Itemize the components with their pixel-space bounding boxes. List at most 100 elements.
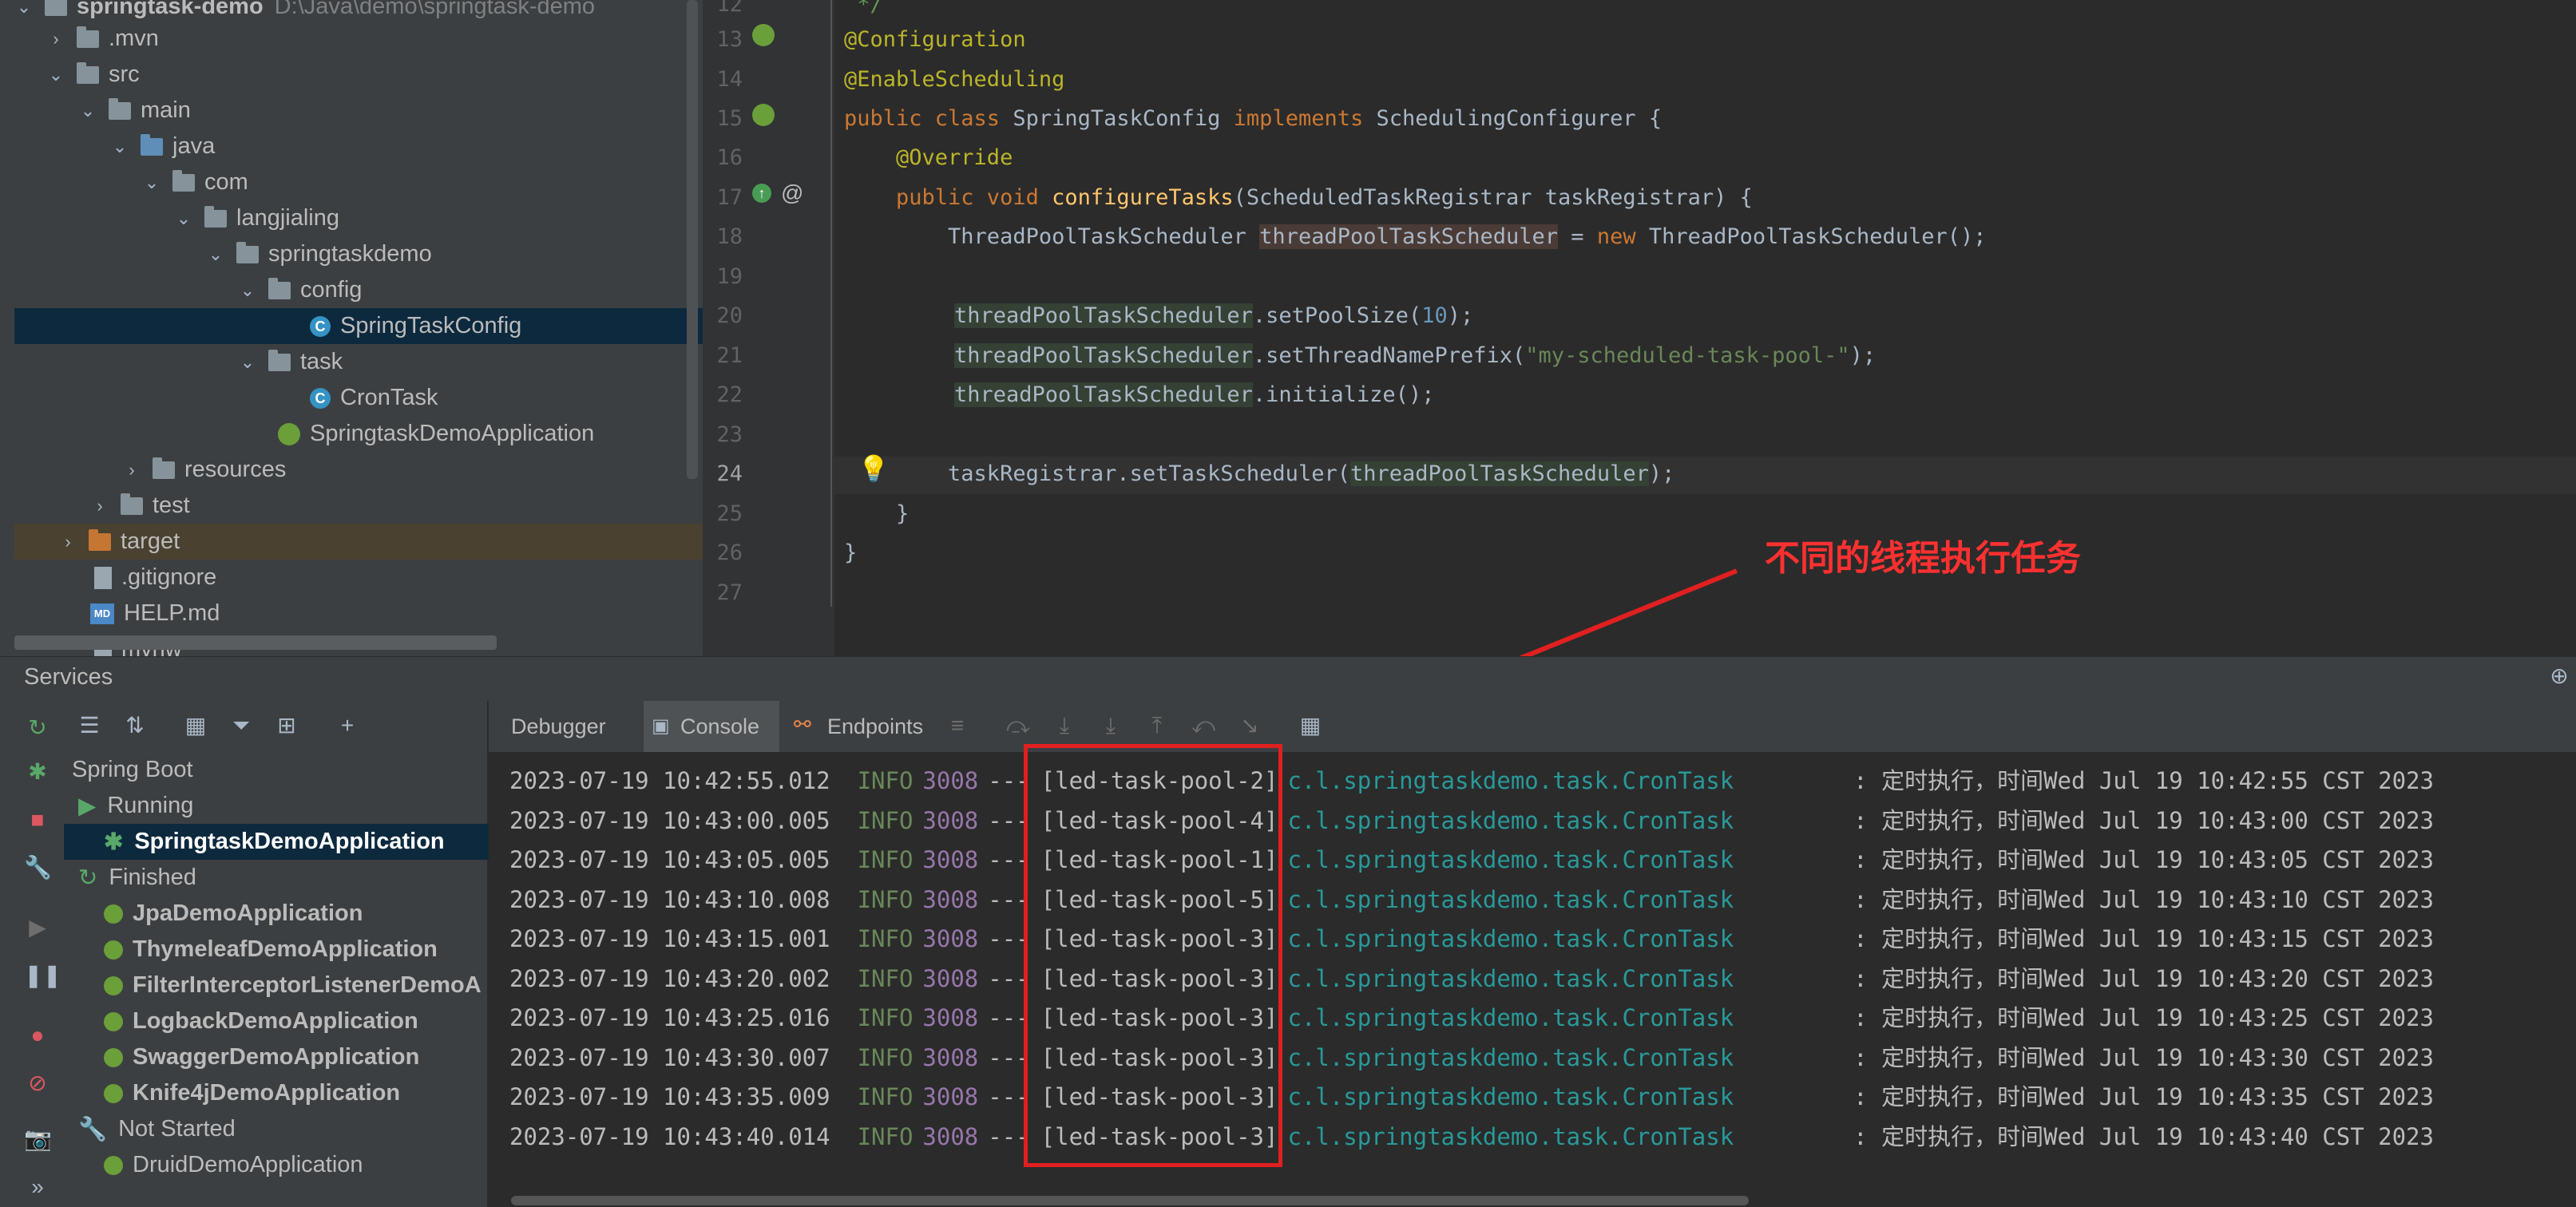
tree-item-springtaskconfig[interactable]: C SpringTaskConfig [14,308,703,344]
chevron-down-icon[interactable]: ⌄ [46,65,65,85]
tree-item-java[interactable]: ⌄ java [14,129,703,164]
service-group-not-started[interactable]: 🔧 Not Started [64,1111,500,1147]
tab-console[interactable]: ▣ Console [644,701,779,752]
group-by-icon[interactable]: ▦ [182,712,209,739]
drop-frame-icon[interactable]: ⤺ [1190,712,1217,739]
log-msg: : 定时执行，时间Wed Jul 19 10:43:25 CST 2023 [1853,1004,2434,1031]
tree-item-config[interactable]: ⌄ config [14,272,703,308]
service-group-running[interactable]: ▶ Running [64,788,500,824]
log-level: INFO [857,964,913,992]
chevron-right-icon[interactable]: › [58,532,77,552]
camera-icon[interactable]: 📷 [24,1126,52,1153]
console-horizontal-scrollbar[interactable] [511,1196,1749,1205]
tree-item-main[interactable]: ⌄ main [14,93,703,129]
tab-endpoints[interactable]: Endpoints [827,714,923,739]
more-icon[interactable]: » [24,1173,51,1201]
tree-item-langjialing[interactable]: ⌄ langjialing [14,200,703,236]
chevron-down-icon[interactable]: ⌄ [238,352,257,373]
log-logger: c.l.springtaskdemo.task.CronTask [1287,1122,1734,1150]
wrench-icon[interactable]: 🔧 [24,854,52,881]
thread-highlight-box [1024,744,1282,1167]
chevron-right-icon[interactable]: › [122,460,141,481]
tree-item-target[interactable]: › target [14,524,703,560]
service-jpademoapplication[interactable]: JpaDemoApplication [64,896,525,932]
line-number: 17 [716,185,743,210]
stop-icon[interactable]: ■ [24,806,51,833]
implements-method-icon[interactable]: ↑ [752,184,771,203]
log-msg: : 定时执行，时间Wed Jul 19 10:43:10 CST 2023 [1853,885,2434,913]
service-springtaskdemoapplication[interactable]: ✱ SpringtaskDemoApplication [64,824,525,860]
settings-icon[interactable]: ⊕ [2546,663,2573,690]
resume-icon[interactable]: ▶ [24,914,51,941]
chevron-down-icon[interactable]: ⌄ [206,244,225,265]
tree-item-task[interactable]: ⌄ task [14,344,703,380]
tree-item-help-md[interactable]: MD HELP.md [14,596,703,631]
force-step-into-icon[interactable]: ⤓ [1097,712,1124,739]
tree-item-src[interactable]: ⌄ src [14,57,703,93]
evaluate-icon[interactable]: ▦ [1297,712,1324,739]
run-to-cursor-icon[interactable]: ↘ [1236,712,1263,739]
add-service-icon[interactable]: + [334,712,361,739]
spring-bean-gutter-icon[interactable] [752,24,775,46]
chevron-down-icon[interactable]: ⌄ [142,172,161,193]
service-logbackdemoapplication[interactable]: LogbackDemoApplication [64,1003,525,1039]
tree-item-test[interactable]: › test [14,488,703,524]
step-over-icon[interactable]: ⤼ [1005,712,1032,739]
pause-icon[interactable]: ❚❚ [24,962,61,989]
chevron-down-icon[interactable]: ⌄ [14,0,34,18]
spring-boot-icon [104,904,123,924]
code-token: threadPoolTaskScheduler [1349,461,1649,486]
filter-icon[interactable]: ⏷ [228,712,255,739]
service-thymeleafdemoapplication[interactable]: ThymeleafDemoApplication [64,932,525,968]
log-ts: 2023-07-19 10:43:30.007 [509,1043,830,1071]
debug-icon[interactable]: ✱ [24,758,51,786]
tree-item-label: LogbackDemoApplication [133,1008,418,1034]
service-group-finished[interactable]: ↻ Finished [64,860,500,896]
new-tab-icon[interactable]: ⊞ [273,712,300,739]
tree-item-com[interactable]: ⌄ com [14,164,703,200]
log-logger: c.l.springtaskdemo.task.CronTask [1287,885,1734,913]
service-knife4jdemoapplication[interactable]: Knife4jDemoApplication [64,1075,525,1111]
collapse-all-icon[interactable]: ⇅ [121,712,149,739]
code-line: public class SpringTaskConfig implements… [844,106,1662,131]
chevron-down-icon[interactable]: ⌄ [238,280,257,301]
spring-bean-gutter-icon[interactable] [752,104,775,126]
code-token: .initialize(); [1252,382,1435,407]
tree-item-resources[interactable]: › resources [14,452,703,488]
tree-item-gitignore[interactable]: .gitignore [14,560,703,596]
mute-breakpoints-icon[interactable]: ⊘ [24,1070,51,1097]
tree-item-label: com [204,169,248,195]
code-token: threadPoolTaskScheduler [954,343,1253,368]
tree-item-crontask[interactable]: C CronTask [14,380,703,416]
package-icon [268,277,291,299]
tree-item-label: main [141,97,191,123]
service-swaggerdemoapplication[interactable]: SwaggerDemoApplication [64,1039,525,1075]
annotation-gutter-icon[interactable]: @ [781,180,803,206]
chevron-down-icon[interactable]: ⌄ [110,137,129,157]
log-msg: : 定时执行，时间Wed Jul 19 10:43:00 CST 2023 [1853,806,2434,834]
menu-icon[interactable]: ≡ [944,712,971,739]
chevron-down-icon[interactable]: ⌄ [174,208,193,229]
wrench-icon: 🔧 [78,1116,108,1142]
service-group-spring-boot[interactable]: Spring Boot [64,752,493,788]
step-into-icon[interactable]: ⤓ [1051,712,1078,739]
project-vertical-scrollbar[interactable] [687,0,698,479]
breakpoints-icon[interactable]: ● [24,1022,51,1049]
log-ts: 2023-07-19 10:43:40.014 [509,1122,830,1150]
step-out-icon[interactable]: ⤒ [1143,712,1171,739]
chevron-down-icon[interactable]: ⌄ [78,101,97,121]
project-horizontal-scrollbar[interactable] [14,635,497,650]
tree-item-springtaskdemoapplication[interactable]: SpringtaskDemoApplication [14,416,703,452]
service-filterinterceptorlistenerdemo[interactable]: FilterInterceptorListenerDemoA [64,968,525,1003]
log-pid: 3008 [922,885,979,913]
code-token: new [1596,224,1649,249]
expand-all-icon[interactable]: ☰ [76,712,103,739]
service-druiddemoapplication[interactable]: DruidDemoApplication [64,1147,525,1183]
tree-item-mvn[interactable]: › .mvn [14,21,703,57]
rerun-icon[interactable]: ↻ [24,714,51,742]
tree-item-springtaskdemo[interactable]: ⌄ springtaskdemo [14,236,703,272]
log-line: 2023-07-19 10:43:15.001 INFO 3008 --- [led-t… [509,920,2434,954]
chevron-right-icon[interactable]: › [46,29,65,49]
tab-debugger[interactable]: Debugger [511,714,606,739]
chevron-right-icon[interactable]: › [90,496,109,516]
